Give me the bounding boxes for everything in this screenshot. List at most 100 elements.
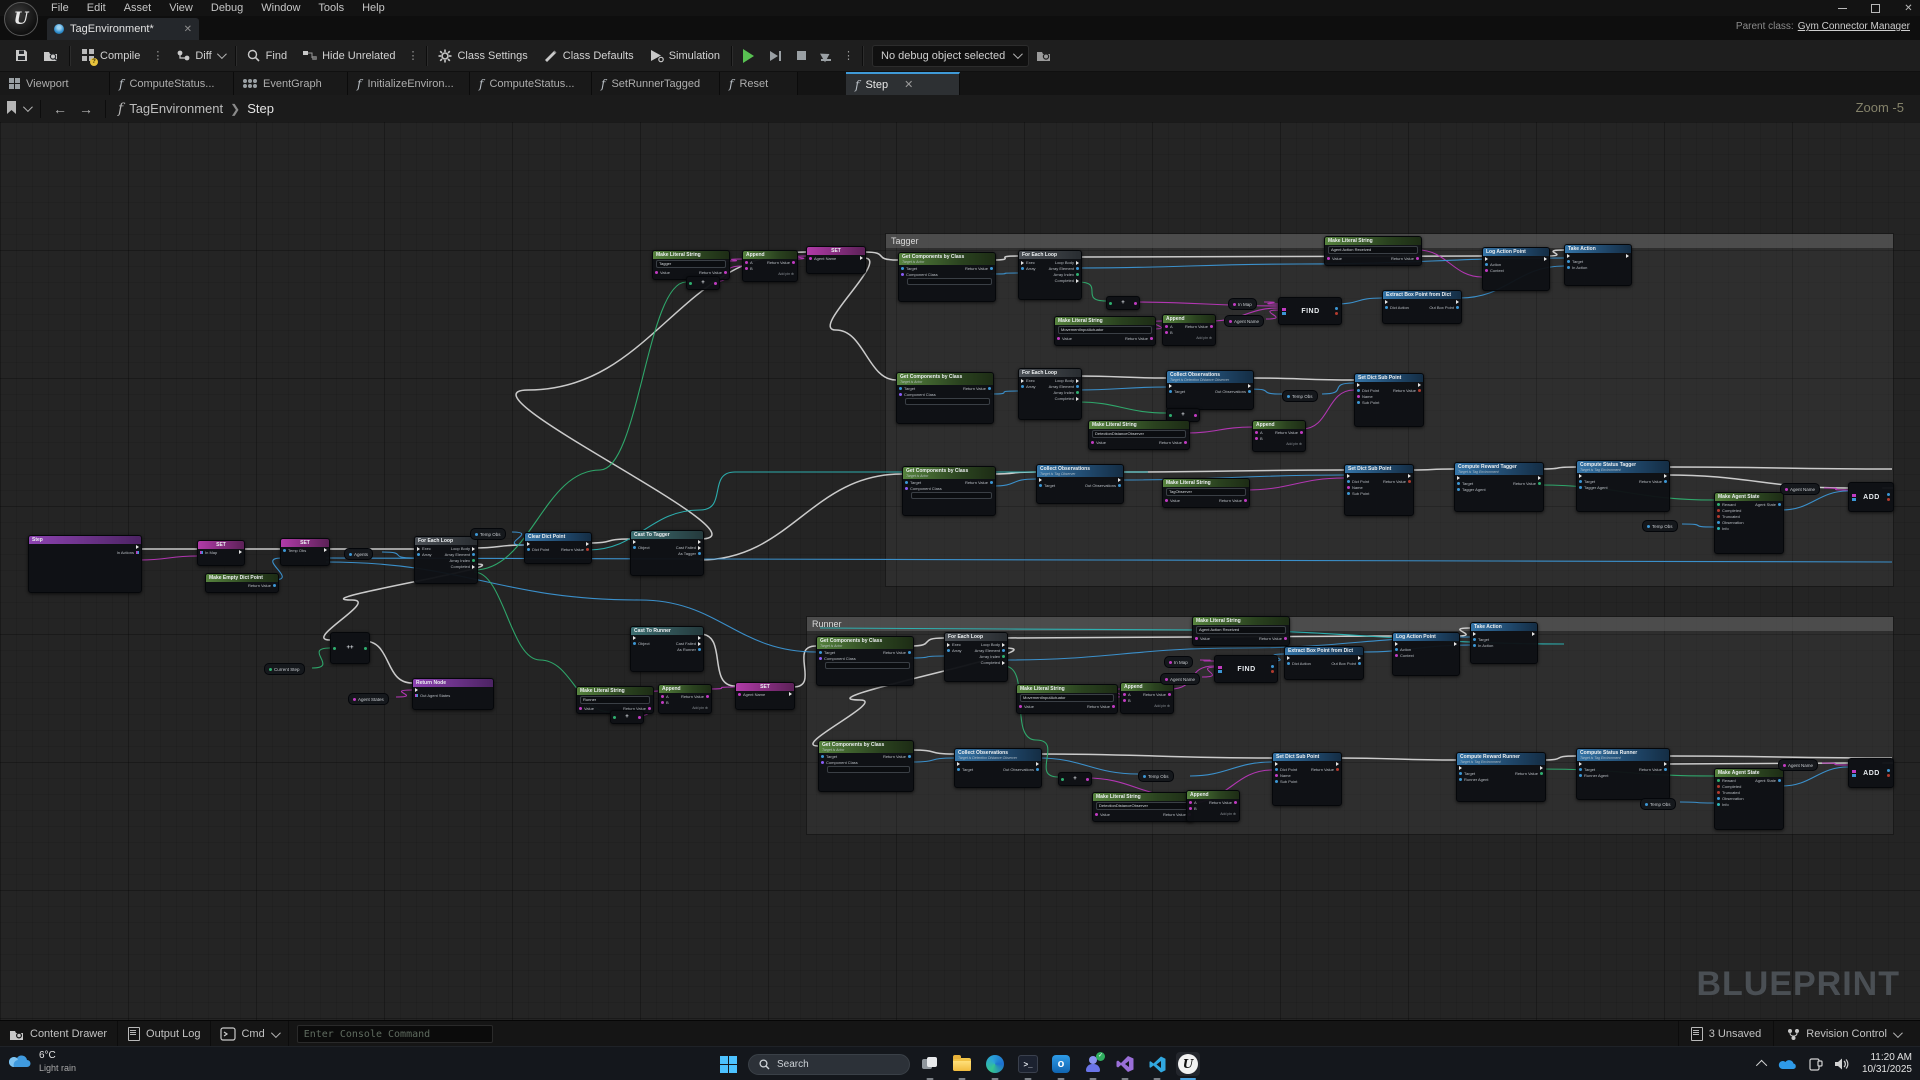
tab-viewport[interactable]: Viewport (0, 72, 110, 95)
graph-node-set[interactable]: SETTemp Obs (280, 538, 330, 566)
taskbar-app-vscode[interactable] (1145, 1052, 1169, 1076)
input-pin[interactable]: Reward (1717, 778, 1744, 783)
class-picker[interactable] (825, 662, 910, 669)
input-pin[interactable]: Value (1057, 336, 1072, 341)
input-pin[interactable]: Target (1473, 637, 1493, 642)
variable-pill-temp-obs[interactable]: Temp Obs (1282, 390, 1318, 402)
output-pin[interactable]: Return Value (883, 754, 911, 759)
taskbar-app-task-view[interactable] (918, 1052, 942, 1076)
add-pin-button[interactable]: Add pin ⊕ (1187, 812, 1239, 817)
find-button[interactable]: Find (239, 44, 295, 68)
input-pin[interactable]: Object (633, 545, 650, 550)
input-pin[interactable]: Reward (1717, 502, 1744, 507)
variable-pill-agent-name[interactable]: Agent Name (1160, 673, 1200, 685)
save-button[interactable] (6, 44, 36, 68)
menu-view[interactable]: View (160, 2, 202, 14)
output-pin[interactable]: Out Observations (1085, 483, 1121, 488)
graph-node-set-dict-sub-point[interactable]: Set Dict Sub PointDict PointNameSub Poin… (1344, 464, 1414, 516)
variable-pill-agent-states[interactable]: Agent States (348, 693, 389, 705)
graph-node-make-literal-string[interactable]: Make Literal StringAgent Action Received… (1324, 236, 1422, 266)
input-pin[interactable]: Sub Point (1347, 491, 1369, 496)
output-pin[interactable]: Agent State (1755, 502, 1781, 507)
compile-options-button[interactable]: ⋮ (148, 49, 168, 62)
output-pin[interactable]: Completed (1055, 396, 1079, 401)
input-pin[interactable]: Info (1717, 802, 1744, 807)
add-pin-button[interactable]: Add pin ⊕ (743, 272, 797, 277)
output-pin[interactable]: Return Value (1125, 336, 1153, 341)
variable-pill-in-map[interactable]: In Map (1164, 656, 1193, 668)
graph-node-get-components-by-class[interactable]: Get Components by ClassTarget is ActorTa… (898, 252, 996, 302)
input-pin[interactable] (1347, 474, 1369, 478)
output-pin[interactable]: Return Value (965, 480, 993, 485)
input-pin[interactable]: Target (1459, 771, 1488, 776)
menu-asset[interactable]: Asset (115, 2, 161, 14)
input-pin[interactable]: A (1123, 692, 1131, 697)
input-pin[interactable] (1385, 300, 1409, 304)
output-pin[interactable] (696, 636, 701, 640)
graph-node-append[interactable]: AppendABReturn ValueAdd pin ⊕ (1186, 790, 1240, 822)
input-pin[interactable] (957, 762, 973, 766)
output-pin[interactable] (1542, 257, 1547, 261)
graph-node-collect-observations[interactable]: Collect ObservationsTarget is Tag Observ… (1036, 464, 1124, 504)
output-pin[interactable]: Out Observations (1215, 389, 1251, 394)
graph-node-append[interactable]: AppendABReturn ValueAdd pin ⊕ (1120, 682, 1174, 714)
input-pin[interactable]: Temp Obs (283, 548, 306, 553)
input-pin[interactable] (1275, 762, 1297, 766)
output-pin[interactable]: Return Value (1383, 479, 1411, 484)
play-options-button[interactable]: ⋮ (839, 49, 859, 62)
stop-button[interactable] (789, 44, 814, 68)
tray-overflow-icon[interactable] (1756, 1060, 1767, 1071)
taskbar-search[interactable]: Search (748, 1054, 910, 1075)
node-value-input[interactable]: Runner (580, 696, 650, 704)
graph-node-take-action[interactable]: Take ActionTargetIn Action (1470, 622, 1538, 664)
input-pin[interactable]: A (1165, 324, 1173, 329)
input-pin[interactable] (633, 636, 650, 640)
input-pin[interactable]: B (1165, 330, 1173, 335)
output-pin[interactable] (696, 540, 701, 544)
graph-node-compute-status-runner[interactable]: Compute Status RunnerTarget is Tag Envir… (1576, 748, 1670, 800)
input-pin[interactable]: Runner Agent (1459, 777, 1488, 782)
tab-computestatus[interactable]: fComputeStatus... (110, 72, 234, 95)
node-value-input[interactable]: Agent Action Received (1196, 626, 1286, 634)
output-pin[interactable]: Return Value (1185, 324, 1213, 329)
input-pin[interactable]: Name (1347, 485, 1369, 490)
maximize-button[interactable] (1870, 3, 1881, 14)
graph-node-add[interactable]: ADD (1848, 482, 1894, 512)
input-pin[interactable] (1579, 762, 1608, 766)
variable-pill-agent-name[interactable]: Agent Name (1780, 483, 1820, 495)
node-value-input[interactable]: DetectionDistanceObserver (1092, 430, 1186, 438)
graph-node-make-empty-dict-point[interactable]: Make Empty Dict PointReturn Value (205, 573, 279, 593)
input-pin[interactable]: Tagger Agent (1457, 487, 1486, 492)
input-pin[interactable]: B (1189, 806, 1197, 811)
variable-pill-agent-name[interactable]: Agent Name (1778, 759, 1818, 771)
node-value-input[interactable]: TagObserver (1166, 488, 1246, 496)
output-pin[interactable] (1454, 300, 1459, 304)
input-pin[interactable]: Dict Point (1357, 388, 1379, 393)
input-pin[interactable]: Value (1019, 704, 1034, 709)
input-pin[interactable]: Target (901, 266, 938, 271)
graph-node-append[interactable]: AppendABReturn ValueAdd pin ⊕ (658, 684, 712, 714)
output-pin[interactable]: Out Box Point (1429, 305, 1459, 310)
input-pin[interactable]: Dict Action (1385, 305, 1409, 310)
output-pin[interactable]: Return Value (681, 694, 709, 699)
input-pin[interactable]: A (661, 694, 669, 699)
input-pin[interactable]: Tagger Agent (1579, 485, 1608, 490)
output-pin[interactable]: Array Element (445, 552, 475, 557)
graph-node-set-dict-sub-point[interactable]: Set Dict Sub PointDict PointNameSub Poin… (1354, 373, 1424, 427)
output-pin[interactable] (787, 692, 792, 696)
graph-node-make-literal-string[interactable]: Make Literal StringTagObserverValueRetur… (1162, 478, 1250, 508)
output-pin[interactable]: Return Value (699, 270, 727, 275)
graph-node-add[interactable]: ADD (1848, 758, 1894, 788)
input-pin[interactable]: Observation (1717, 796, 1744, 801)
menu-help[interactable]: Help (353, 2, 394, 14)
tab-reset[interactable]: fReset (720, 72, 798, 95)
input-pin[interactable]: In Action (1567, 265, 1587, 270)
menu-tools[interactable]: Tools (309, 2, 353, 14)
output-pin[interactable] (1246, 384, 1251, 388)
input-pin[interactable] (1287, 656, 1311, 660)
output-pin[interactable]: Return Value (1393, 388, 1421, 393)
output-pin[interactable]: Cast Failed (676, 545, 701, 550)
output-pin[interactable]: Return Value (1391, 256, 1419, 261)
graph-node-cast-to-runner[interactable]: Cast To RunnerObjectCast FailedAs Runner (630, 626, 704, 672)
input-pin[interactable]: Value (1327, 256, 1342, 261)
